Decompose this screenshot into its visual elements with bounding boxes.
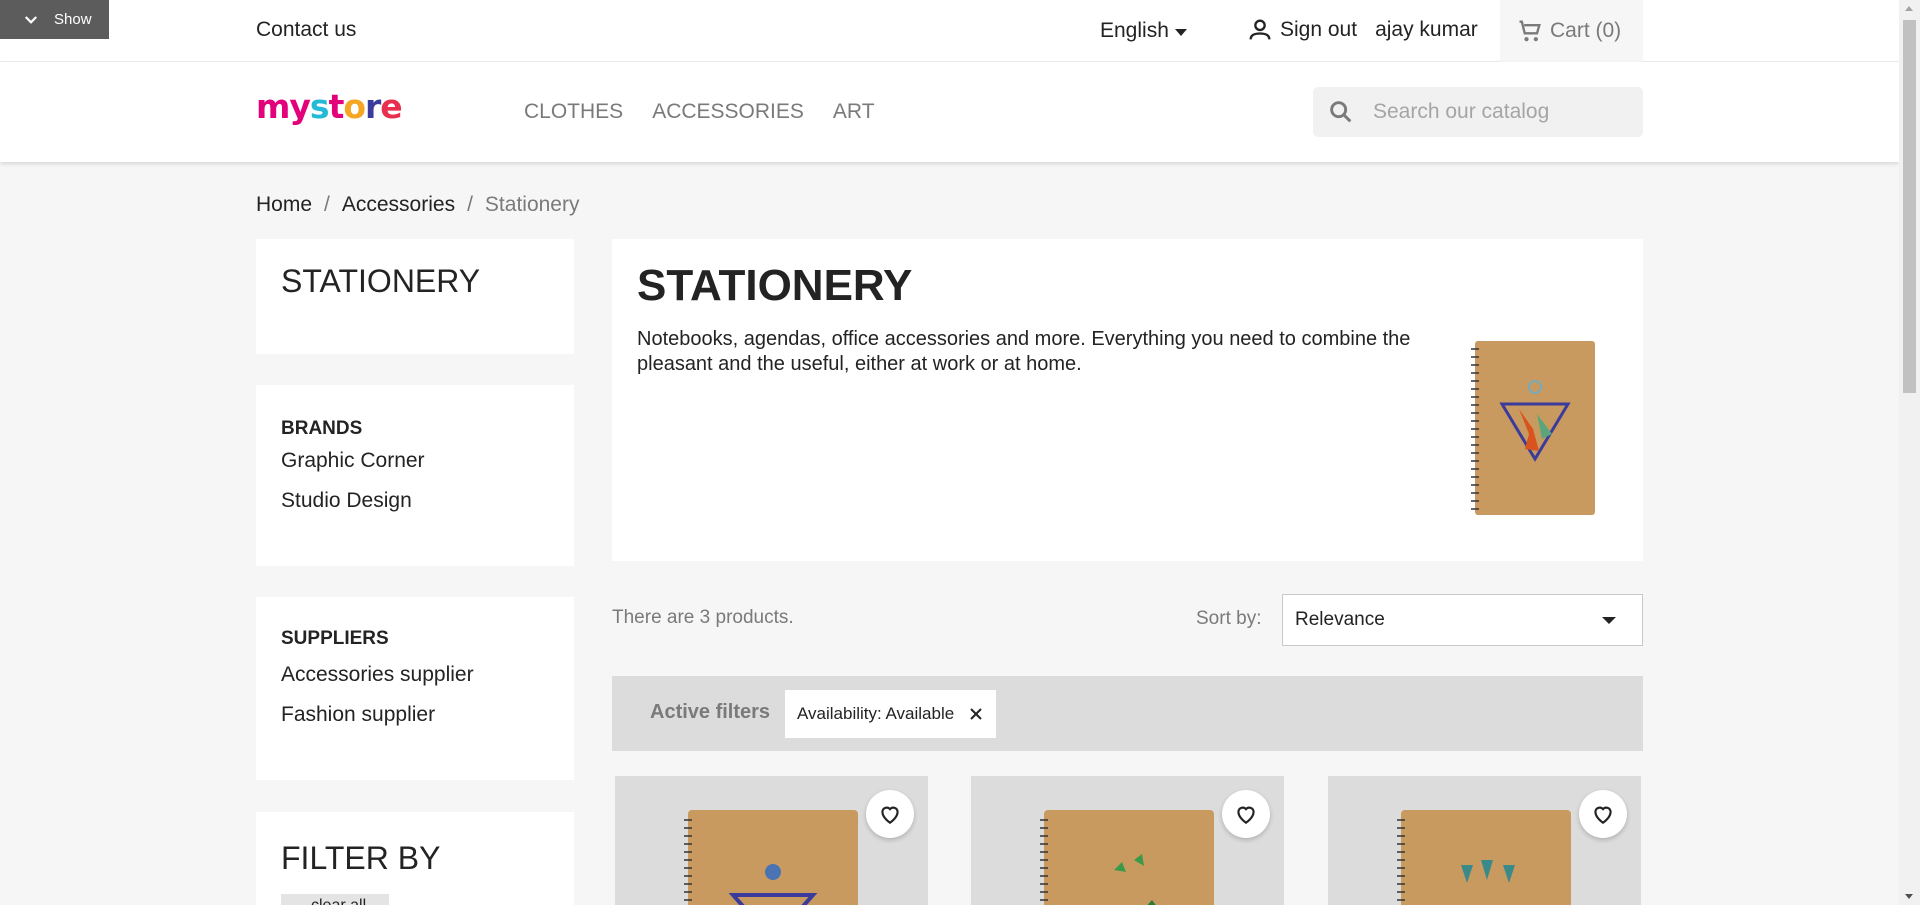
search-icon[interactable] bbox=[1327, 98, 1355, 126]
active-filters-title: Active filters bbox=[650, 701, 771, 723]
category-image-notebook bbox=[1471, 341, 1595, 515]
wishlist-button[interactable] bbox=[1579, 790, 1627, 838]
clear-all-button[interactable]: clear all bbox=[281, 894, 389, 905]
caret-down-icon bbox=[1174, 28, 1187, 36]
product-image-notebook bbox=[1397, 810, 1571, 905]
breadcrumb-home[interactable]: Home bbox=[256, 193, 312, 217]
brands-block: BRANDS Graphic Corner Studio Design bbox=[256, 385, 574, 566]
sort-by-value: Relevance bbox=[1295, 609, 1385, 630]
cart-label: Cart (0) bbox=[1550, 19, 1622, 42]
product-card[interactable] bbox=[971, 776, 1284, 905]
page-scrollbar[interactable] bbox=[1899, 0, 1920, 905]
debug-toggle-label: Show bbox=[54, 11, 92, 28]
cart-button[interactable]: Cart (0) bbox=[1500, 0, 1643, 62]
wishlist-button[interactable] bbox=[1222, 790, 1270, 838]
logo-letter: s bbox=[309, 87, 330, 126]
language-label: English bbox=[1100, 19, 1169, 42]
user-info: Sign out ajay kumar bbox=[1246, 16, 1478, 44]
breadcrumb: Home / Accessories / Stationery bbox=[256, 193, 579, 217]
sort-by-label: Sort by: bbox=[1196, 608, 1262, 629]
category-title: STATIONERY bbox=[637, 261, 913, 310]
category-description: Notebooks, agendas, office accessories a… bbox=[637, 328, 1411, 375]
scroll-thumb[interactable] bbox=[1903, 20, 1916, 393]
wishlist-button[interactable] bbox=[866, 790, 914, 838]
logo-letter: e bbox=[380, 87, 402, 126]
search-widget bbox=[1313, 87, 1643, 137]
filter-by-block: FILTER BY clear all bbox=[256, 812, 574, 905]
user-icon bbox=[1249, 19, 1271, 40]
search-input[interactable] bbox=[1373, 100, 1633, 124]
category-header: STATIONERY Notebooks, agendas, office ac… bbox=[612, 239, 1643, 561]
supplier-link[interactable]: Accessories supplier bbox=[281, 663, 474, 687]
menu-item-accessories[interactable]: ACCESSORIES bbox=[652, 100, 804, 124]
menu-item-clothes[interactable]: CLOTHES bbox=[524, 100, 623, 124]
brands-title: BRANDS bbox=[281, 418, 363, 439]
brand-link[interactable]: Studio Design bbox=[281, 489, 412, 513]
suppliers-title: SUPPLIERS bbox=[281, 628, 389, 649]
scroll-up-arrow-icon[interactable] bbox=[1905, 6, 1913, 11]
category-tree-block: STATIONERY bbox=[256, 239, 574, 354]
suppliers-block: SUPPLIERS Accessories supplier Fashion s… bbox=[256, 597, 574, 780]
caret-down-icon bbox=[1602, 617, 1616, 624]
menu-item-art[interactable]: ART bbox=[833, 100, 875, 124]
product-image-notebook bbox=[1040, 810, 1214, 905]
scroll-down-arrow-icon[interactable] bbox=[1905, 894, 1913, 899]
logo-letter: r bbox=[365, 87, 381, 126]
heart-icon bbox=[881, 806, 899, 824]
product-count: There are 3 products. bbox=[612, 607, 794, 628]
header-nav: Contact us English Sign out ajay kumar C… bbox=[0, 0, 1899, 62]
product-image-notebook bbox=[684, 810, 858, 905]
store-logo[interactable]: my store bbox=[256, 87, 403, 126]
language-selector[interactable]: English bbox=[1100, 19, 1187, 43]
supplier-link[interactable]: Fashion supplier bbox=[281, 703, 435, 727]
sign-out-link[interactable]: Sign out bbox=[1280, 18, 1357, 42]
logo-letter: my bbox=[256, 87, 311, 126]
close-icon[interactable] bbox=[968, 706, 984, 722]
logo-letter: t bbox=[328, 87, 345, 126]
debug-show-toggle[interactable]: Show bbox=[0, 0, 109, 39]
breadcrumb-current: Stationery bbox=[484, 193, 580, 216]
filter-by-title: FILTER BY bbox=[281, 840, 441, 876]
heart-icon bbox=[1237, 806, 1255, 824]
heart-icon bbox=[1594, 806, 1612, 824]
active-filters-bar: Active filters Availability: Available bbox=[612, 676, 1643, 751]
breadcrumb-accessories[interactable]: Accessories bbox=[342, 193, 455, 217]
contact-us-link[interactable]: Contact us bbox=[256, 18, 356, 42]
shopping-cart-icon bbox=[1519, 20, 1541, 42]
top-menu: CLOTHES ACCESSORIES ART bbox=[524, 100, 875, 124]
active-filter-chip: Availability: Available bbox=[785, 690, 996, 738]
sort-by-select[interactable]: Relevance bbox=[1282, 594, 1643, 646]
product-card[interactable] bbox=[1328, 776, 1641, 905]
category-tree-title[interactable]: STATIONERY bbox=[281, 263, 480, 300]
active-filter-label: Availability: Available bbox=[797, 704, 955, 723]
account-name-link[interactable]: ajay kumar bbox=[1375, 18, 1478, 42]
breadcrumb-separator: / bbox=[467, 193, 473, 216]
header-main: my store CLOTHES ACCESSORIES ART bbox=[0, 62, 1899, 162]
logo-letter: o bbox=[343, 87, 366, 126]
chevron-down-icon bbox=[24, 15, 38, 24]
breadcrumb-separator: / bbox=[324, 193, 330, 216]
brand-link[interactable]: Graphic Corner bbox=[281, 449, 425, 473]
product-card[interactable] bbox=[615, 776, 928, 905]
